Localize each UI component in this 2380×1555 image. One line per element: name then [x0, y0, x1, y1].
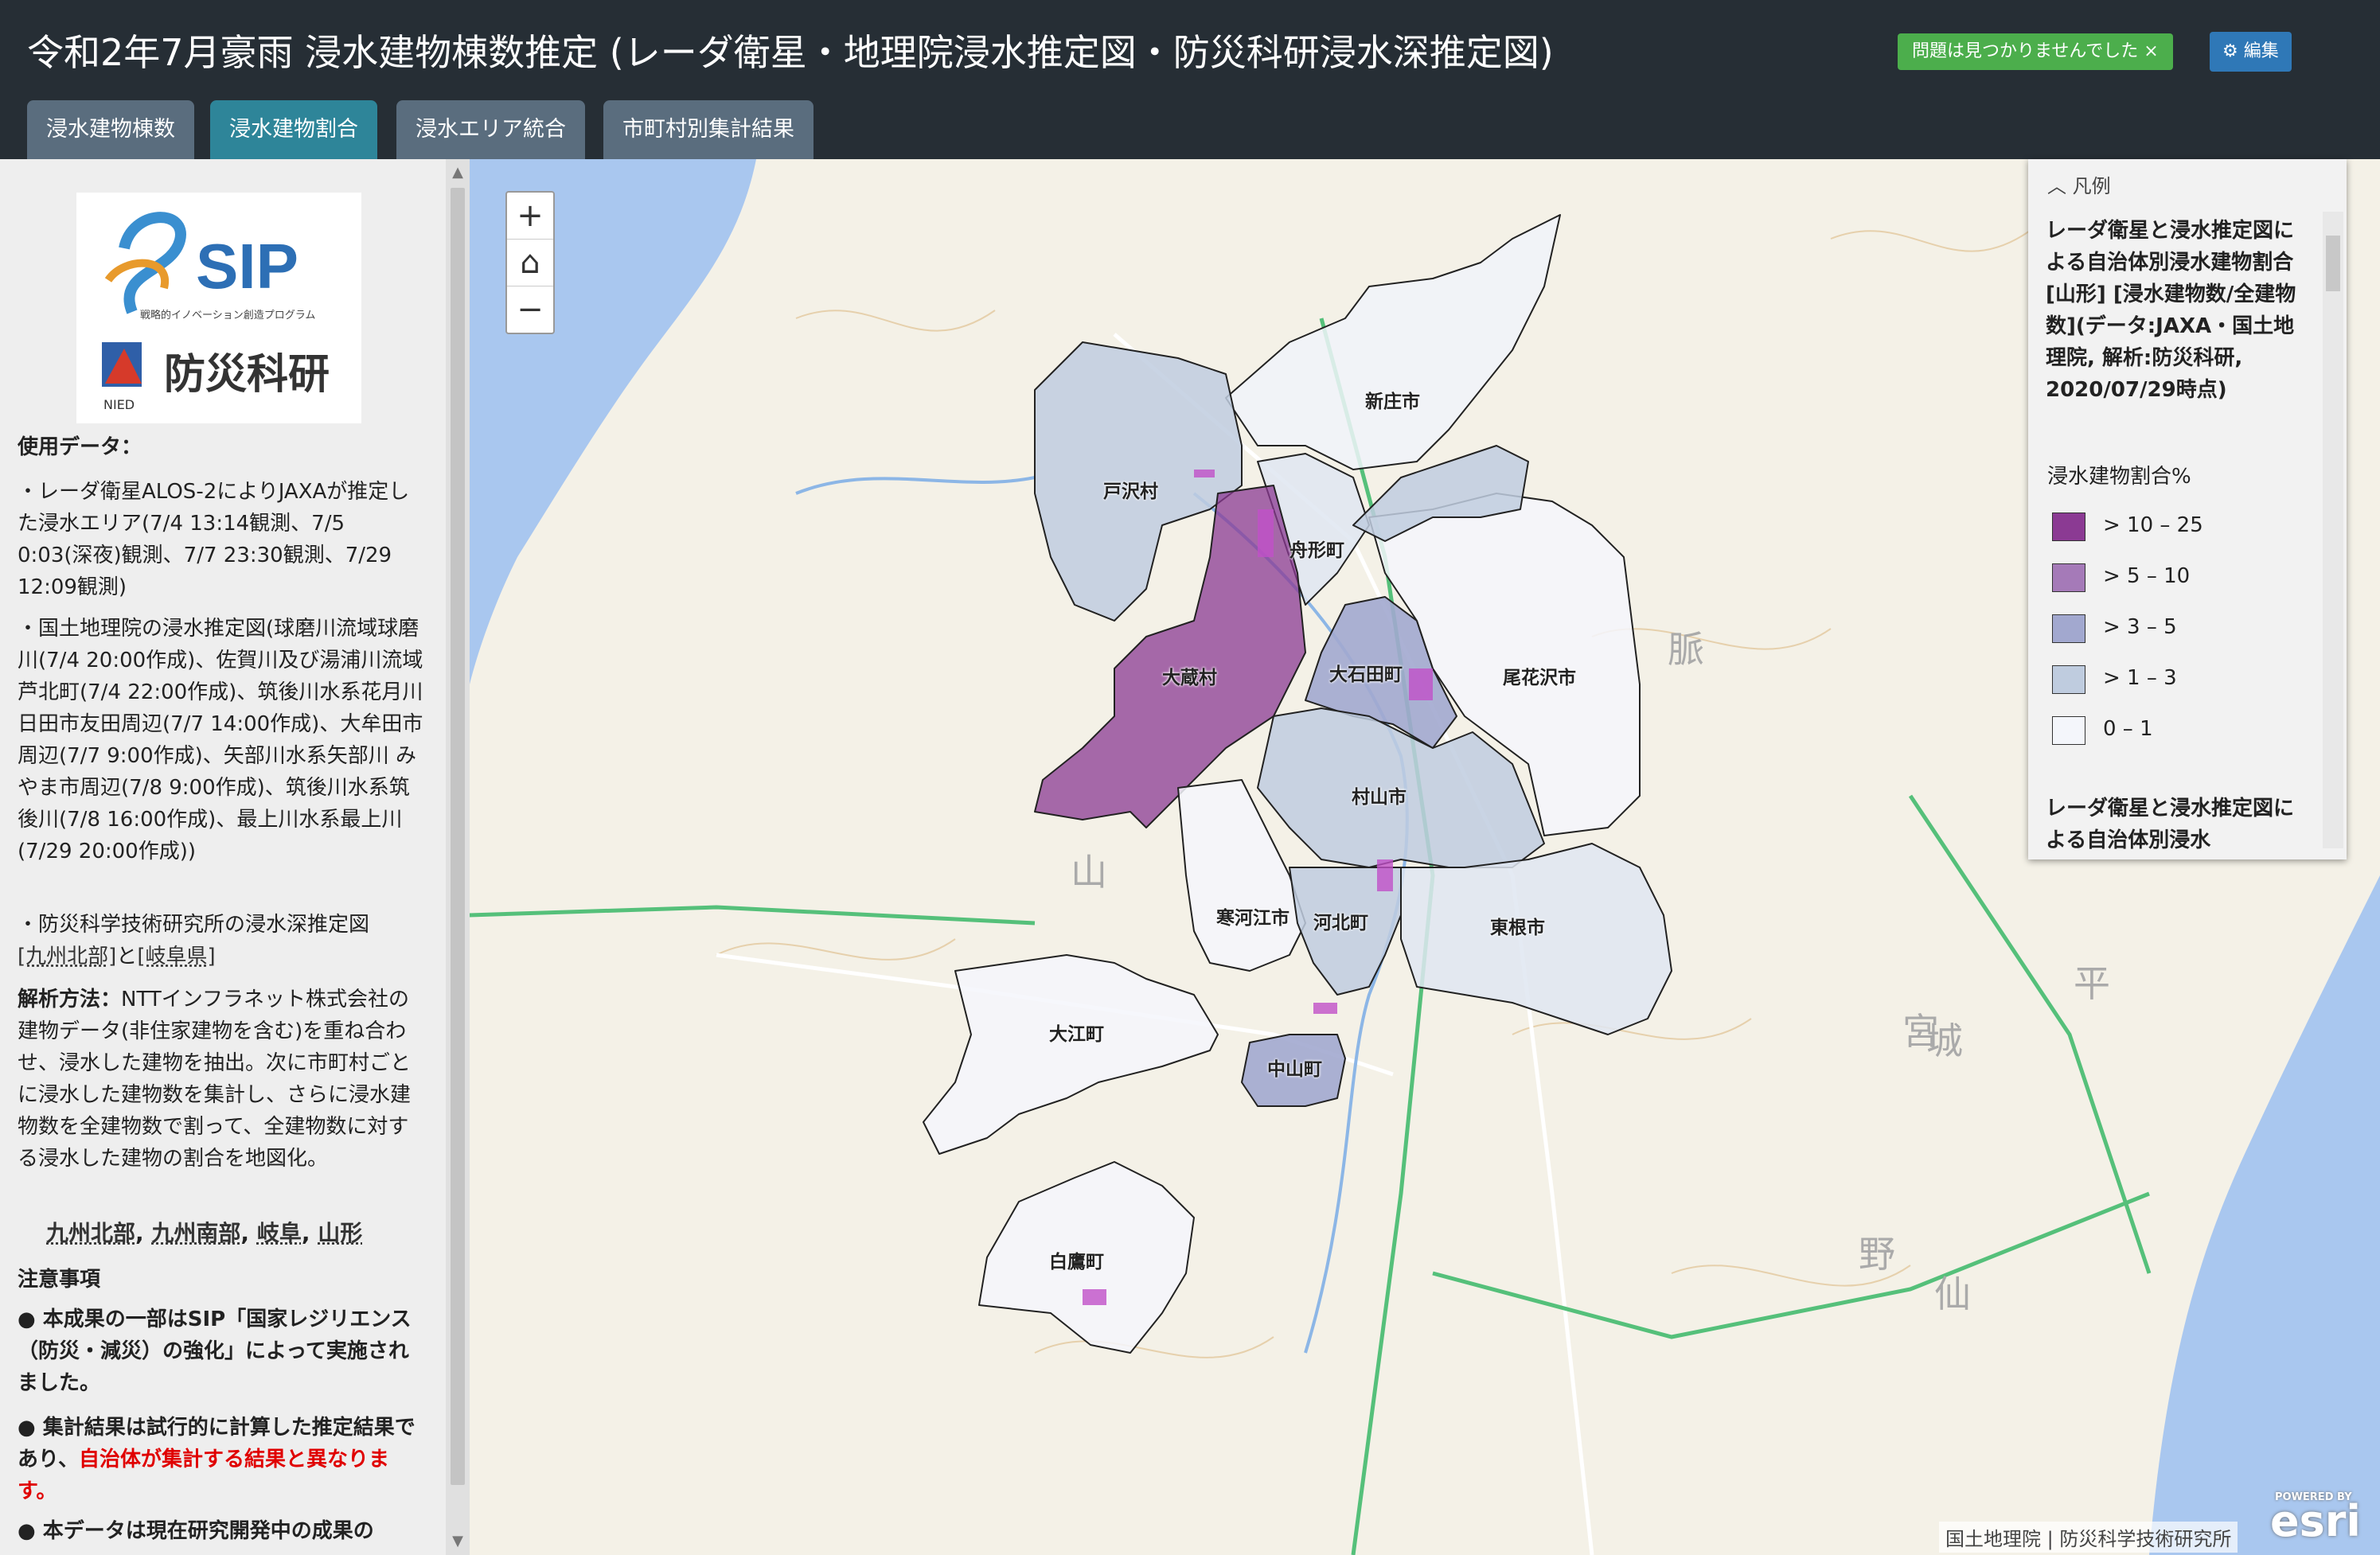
page-title: 令和2年7月豪雨 浸水建物棟数推定 (レーダ衛星・地理院浸水推定図・防災科研浸水… — [27, 31, 1554, 74]
status-badge[interactable]: 問題は見つかりませんでした × — [1898, 33, 2173, 70]
svg-text:戦略的イノベーション創造プログラム: 戦略的イノベーション創造プログラム — [140, 309, 315, 322]
scroll-down-icon[interactable]: ▼ — [446, 1531, 470, 1552]
method-text: 解析方法：NTTインフラネット株式会社の建物データ(非住家建物を含む)を重ね合わ… — [18, 988, 412, 1171]
basemap-label-sen: 仙 — [1934, 1272, 1971, 1315]
region-link-yamagata[interactable]: 山形 — [318, 1220, 362, 1246]
link-gifu[interactable]: [岐阜県] — [137, 945, 215, 968]
legend-scroll-thumb[interactable] — [2326, 236, 2340, 291]
note-sip: ● 本成果の一部はSIP「国家レジリエンス（防災・減災）の強化」によって実施され… — [18, 1308, 412, 1395]
label-kahoku: 河北町 — [1313, 913, 1368, 933]
chevron-up-icon[interactable]: ︿ — [2047, 175, 2066, 197]
label-nakayama: 中山町 — [1267, 1059, 1322, 1080]
legend-swatch — [2052, 716, 2085, 745]
basemap-label-hira: 平 — [2074, 962, 2110, 1005]
sip-logo-text: SIP — [196, 231, 298, 302]
label-shirataka: 白鷹町 — [1049, 1252, 1104, 1272]
municipality-oe — [923, 954, 1219, 1155]
sidebar: SIP 戦略的イノベーション創造プログラム 防災科研 NIED 使用データ： ・… — [0, 159, 446, 1555]
logo: SIP 戦略的イノベーション創造プログラム 防災科研 NIED — [76, 193, 361, 423]
link-kyushu-north[interactable]: [九州北部] — [18, 945, 116, 968]
legend-swatch — [2052, 665, 2085, 694]
label-obanazawa: 尾花沢市 — [1503, 668, 1576, 688]
notes-heading: 注意事項 — [18, 1268, 101, 1292]
basemap-label-myaku: 脈 — [1668, 628, 1704, 671]
data-heading: 使用データ： — [18, 435, 142, 459]
legend-panel: ︿ 凡例 レーダ衛星と浸水推定図による自治体別浸水建物割合 [山形] [浸水建物… — [2028, 159, 2347, 859]
esri-logo[interactable]: esri — [2270, 1496, 2361, 1546]
region-links: 九州北部, 九州南部, 岐阜, 山形 — [46, 1220, 363, 1246]
map-attribution[interactable]: 国土地理院 | 防災科学技術研究所 — [1939, 1522, 2238, 1553]
label-murayama: 村山市 — [1352, 787, 1407, 808]
legend-swatch — [2052, 614, 2085, 643]
legend-title: レーダ衛星と浸水推定図による自治体別浸水建物割合 [山形] [浸水建物数/全建物… — [2046, 219, 2296, 402]
tab-flood-area-integration[interactable]: 浸水エリア統合 — [396, 100, 585, 159]
tab-flood-building-count[interactable]: 浸水建物棟数 — [27, 100, 194, 159]
tab-flood-building-ratio[interactable]: 浸水建物割合 — [210, 100, 377, 159]
basemap-label-yama: 山 — [1071, 851, 1107, 894]
note-estimate: ● 集計結果は試行的に計算した推定結果であり、自治体が集計する結果と異なります。 — [18, 1416, 416, 1503]
zoom-in-button[interactable]: + — [507, 193, 553, 240]
data-item-nied: ・防災科学技術研究所の浸水深推定図 [九州北部]と[岐阜県] — [18, 913, 370, 968]
label-funagata: 舟形町 — [1289, 540, 1344, 561]
region-link-kyushu-north[interactable]: 九州北部 — [46, 1220, 135, 1246]
basemap-label-shiro: 城 — [1926, 1019, 1963, 1062]
nied-logo-text: 防災科研 — [164, 351, 330, 399]
zoom-controls: + ⌂ − — [505, 191, 555, 334]
legend-swatch — [2052, 563, 2085, 592]
data-item-radar: ・レーダ衛星ALOS-2によりJAXAが推定した浸水エリア(7/4 13:14観… — [18, 480, 410, 599]
svg-text:NIED: NIED — [103, 397, 135, 412]
label-sagae: 寒河江市 — [1216, 908, 1289, 929]
legend-subtitle: 浸水建物割合% — [2047, 465, 2191, 489]
legend-header[interactable]: ︿ 凡例 — [2047, 170, 2111, 198]
label-shinjo: 新庄市 — [1365, 392, 1420, 412]
edit-button[interactable]: ⚙ 編集 — [2210, 32, 2292, 72]
legend-title-2: レーダ衛星と浸水推定図による自治体別浸水 — [2046, 797, 2295, 852]
municipality-shinjo — [1225, 214, 1561, 470]
data-item-gsi: ・国土地理院の浸水推定図(球磨川流域球磨川(7/4 20:00作成)、佐賀川及び… — [18, 617, 423, 863]
label-oishida: 大石田町 — [1329, 664, 1403, 685]
sip-logo-icon: SIP 戦略的イノベーション創造プログラム 防災科研 NIED — [102, 212, 330, 412]
legend-scrollbar[interactable] — [2323, 212, 2343, 848]
scroll-thumb[interactable] — [451, 188, 465, 1485]
label-okura: 大蔵村 — [1162, 668, 1217, 688]
scroll-up-icon[interactable]: ▲ — [446, 162, 470, 183]
sidebar-scrollbar[interactable]: ▲ ▼ — [446, 159, 470, 1555]
region-link-gifu[interactable]: 岐阜 — [257, 1220, 302, 1246]
municipality-higashine — [1400, 843, 1672, 1035]
basemap-label-no: 野 — [1859, 1233, 1895, 1276]
region-link-kyushu-south[interactable]: 九州南部 — [151, 1220, 240, 1246]
label-higashine: 東根市 — [1490, 918, 1545, 938]
zoom-out-button[interactable]: − — [507, 286, 553, 333]
home-button[interactable]: ⌂ — [507, 240, 553, 286]
label-oe: 大江町 — [1049, 1024, 1104, 1045]
tab-municipality-results[interactable]: 市町村別集計結果 — [603, 100, 813, 159]
note-research: ● 本データは現在研究開発中の成果の — [18, 1519, 374, 1543]
label-tozawa: 戸沢村 — [1103, 481, 1158, 502]
legend-swatch — [2052, 512, 2085, 541]
